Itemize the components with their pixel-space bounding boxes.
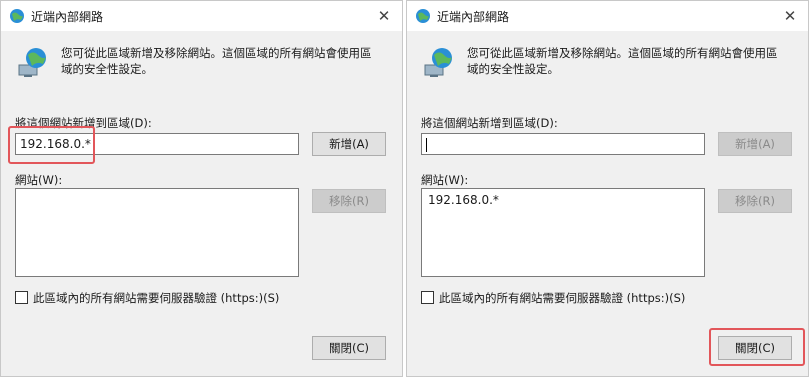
remove-button[interactable]: 移除(R) [312,189,386,213]
add-site-label: 將這個網站新增到區域(D): [15,116,152,130]
remove-button[interactable]: 移除(R) [718,189,792,213]
https-checkbox-label: 此區域內的所有網站需要伺服器驗證 (https:)(S) [439,291,686,305]
add-site-input[interactable] [421,133,705,155]
close-button[interactable]: 關閉(C) [312,336,386,360]
sites-listbox[interactable]: 192.168.0.* [421,188,705,277]
dialog-title: 近端內部網路 [31,10,104,24]
dialog-title: 近端內部網路 [437,10,510,24]
globe-icon [416,9,430,23]
close-icon[interactable]: ✕ [376,7,392,25]
close-icon[interactable]: ✕ [782,7,798,25]
add-site-label: 將這個網站新增到區域(D): [421,116,558,130]
list-item[interactable]: 192.168.0.* [428,193,698,207]
sites-dialog-left: 近端內部網路 ✕ 您可從此區域新增及移除網站。這個區域的所有網站會使用區域的安全… [0,0,403,377]
https-checkbox-row[interactable]: 此區域內的所有網站需要伺服器驗證 (https:)(S) [15,290,279,306]
https-checkbox-label: 此區域內的所有網站需要伺服器驗證 (https:)(S) [33,291,280,305]
title-bar: 近端內部網路 ✕ [1,1,402,31]
sites-listbox[interactable] [15,188,299,277]
title-bar: 近端內部網路 ✕ [407,1,808,31]
sites-label: 網站(W): [421,173,469,187]
text-caret [426,137,427,152]
close-button[interactable]: 關閉(C) [718,336,792,360]
add-button[interactable]: 新增(A) [312,132,386,156]
https-checkbox[interactable] [15,291,28,304]
description-text: 您可從此區域新增及移除網站。這個區域的所有網站會使用區域的安全性設定。 [467,46,778,76]
https-checkbox-row[interactable]: 此區域內的所有網站需要伺服器驗證 (https:)(S) [421,290,685,306]
add-site-input[interactable]: 192.168.0.* [15,133,299,155]
network-globe-icon [424,48,452,77]
network-globe-icon [18,48,46,77]
https-checkbox[interactable] [421,291,434,304]
globe-icon [10,9,24,23]
add-site-input-value: 192.168.0.* [20,137,91,151]
sites-dialog-right: 近端內部網路 ✕ 您可從此區域新增及移除網站。這個區域的所有網站會使用區域的安全… [406,0,809,377]
add-button[interactable]: 新增(A) [718,132,792,156]
sites-label: 網站(W): [15,173,63,187]
description-text: 您可從此區域新增及移除網站。這個區域的所有網站會使用區域的安全性設定。 [61,46,372,76]
